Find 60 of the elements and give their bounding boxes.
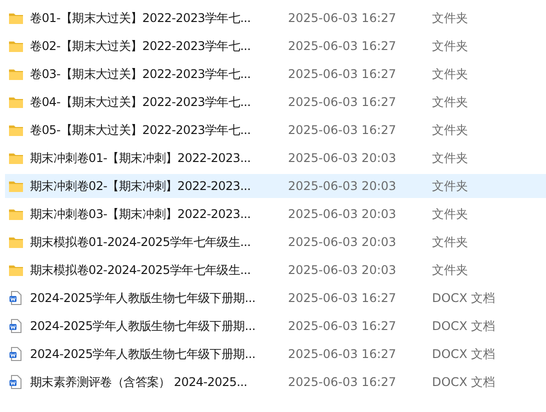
word-document-icon: [8, 290, 24, 306]
modified-date: 2025-06-03 20:03: [288, 151, 398, 165]
modified-date: 2025-06-03 16:27: [288, 375, 398, 389]
word-document-icon: [8, 318, 24, 334]
file-row[interactable]: 2024-2025学年人教版生物七年级下册期... 2025-06-03 16:27 DOCX 文档: [5, 342, 546, 366]
file-row[interactable]: 卷01-【期末大过关】2022-2023学年七... 2025-06-03 16:27 文件夹: [5, 6, 546, 30]
file-type: DOCX 文档: [432, 290, 496, 306]
file-name: 卷04-【期末大过关】2022-2023学年七...: [30, 94, 252, 110]
file-row[interactable]: 2024-2025学年人教版生物七年级下册期... 2025-06-03 16:27 DOCX 文档: [5, 314, 546, 338]
file-type: 文件夹: [432, 262, 468, 278]
file-row[interactable]: 卷05-【期末大过关】2022-2023学年七... 2025-06-03 16:27 文件夹: [5, 118, 546, 142]
file-name: 卷02-【期末大过关】2022-2023学年七...: [30, 38, 252, 54]
file-row[interactable]: 期末冲刺卷03-【期末冲刺】2022-2023... 2025-06-03 20:03 文件夹: [5, 202, 546, 226]
file-row[interactable]: 期末模拟卷02-2024-2025学年七年级生... 2025-06-03 20:03 文件夹: [5, 258, 546, 282]
file-type: 文件夹: [432, 150, 468, 166]
file-type: DOCX 文档: [432, 374, 496, 390]
modified-date: 2025-06-03 16:27: [288, 291, 398, 305]
modified-date: 2025-06-03 20:03: [288, 179, 398, 193]
file-name: 2024-2025学年人教版生物七年级下册期...: [30, 318, 256, 334]
file-name: 卷05-【期末大过关】2022-2023学年七...: [30, 122, 252, 138]
modified-date: 2025-06-03 16:27: [288, 319, 398, 333]
file-name: 期末模拟卷01-2024-2025学年七年级生...: [30, 234, 252, 250]
word-document-icon: [8, 374, 24, 390]
file-name: 卷03-【期末大过关】2022-2023学年七...: [30, 66, 252, 82]
modified-date: 2025-06-03 16:27: [288, 11, 398, 25]
file-row[interactable]: 卷04-【期末大过关】2022-2023学年七... 2025-06-03 16:27 文件夹: [5, 90, 546, 114]
modified-date: 2025-06-03 16:27: [288, 67, 398, 81]
file-row[interactable]: 期末冲刺卷02-【期末冲刺】2022-2023... 2025-06-03 20:03 文件夹: [5, 174, 546, 198]
file-type: 文件夹: [432, 94, 468, 110]
modified-date: 2025-06-03 16:27: [288, 39, 398, 53]
file-name: 期末冲刺卷02-【期末冲刺】2022-2023...: [30, 178, 252, 194]
file-type: 文件夹: [432, 234, 468, 250]
file-type: 文件夹: [432, 178, 468, 194]
modified-date: 2025-06-03 16:27: [288, 123, 398, 137]
modified-date: 2025-06-03 20:03: [288, 235, 398, 249]
file-name: 2024-2025学年人教版生物七年级下册期...: [30, 346, 256, 362]
file-name: 期末冲刺卷03-【期末冲刺】2022-2023...: [30, 206, 252, 222]
file-name: 期末素养测评卷（含答案） 2024-2025...: [30, 374, 248, 390]
file-type: 文件夹: [432, 66, 468, 82]
modified-date: 2025-06-03 20:03: [288, 207, 398, 221]
file-row[interactable]: 期末模拟卷01-2024-2025学年七年级生... 2025-06-03 20:03 文件夹: [5, 230, 546, 254]
file-type: DOCX 文档: [432, 346, 496, 362]
modified-date: 2025-06-03 16:27: [288, 347, 398, 361]
file-type: 文件夹: [432, 38, 468, 54]
file-name: 期末冲刺卷01-【期末冲刺】2022-2023...: [30, 150, 252, 166]
file-type: 文件夹: [432, 206, 468, 222]
word-document-icon: [8, 346, 24, 362]
file-name: 卷01-【期末大过关】2022-2023学年七...: [30, 10, 252, 26]
file-row[interactable]: 卷02-【期末大过关】2022-2023学年七... 2025-06-03 16:27 文件夹: [5, 34, 546, 58]
file-type: 文件夹: [432, 10, 468, 26]
file-type: 文件夹: [432, 122, 468, 138]
modified-date: 2025-06-03 20:03: [288, 263, 398, 277]
file-name: 期末模拟卷02-2024-2025学年七年级生...: [30, 262, 252, 278]
modified-date: 2025-06-03 16:27: [288, 95, 398, 109]
file-row[interactable]: 2024-2025学年人教版生物七年级下册期... 2025-06-03 16:27 DOCX 文档: [5, 286, 546, 310]
file-row[interactable]: 卷03-【期末大过关】2022-2023学年七... 2025-06-03 16:27 文件夹: [5, 62, 546, 86]
file-row[interactable]: 期末冲刺卷01-【期末冲刺】2022-2023... 2025-06-03 20:03 文件夹: [5, 146, 546, 170]
file-type: DOCX 文档: [432, 318, 496, 334]
file-name: 2024-2025学年人教版生物七年级下册期...: [30, 290, 256, 306]
file-row[interactable]: 期末素养测评卷（含答案） 2024-2025... 2025-06-03 16:27 DOCX 文档: [5, 370, 546, 394]
